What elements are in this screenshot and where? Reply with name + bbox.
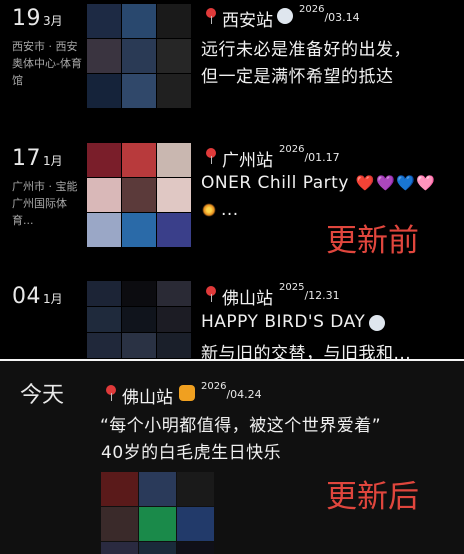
entry-year: 2026 [299,4,325,15]
entry-monthday: /01.17 [304,151,340,164]
photo-thumbnail[interactable] [87,39,121,73]
entry-text-line: 远行未必是准备好的出发， [201,40,411,60]
photo-thumbnail[interactable] [87,307,121,332]
photo-thumbnail[interactable] [157,333,191,358]
entry-text: ONER Chill Party [201,173,349,193]
photo-grid[interactable] [87,4,191,108]
photo-thumbnail[interactable] [101,542,138,554]
entry-monthday: /03.14 [324,11,360,24]
photo-thumbnail[interactable] [139,507,176,541]
entry-day: 04 [12,284,41,309]
entry-monthday: /12.31 [304,289,340,302]
station-name: 佛山站 [222,289,273,309]
entry-year: 2025 [279,282,305,293]
entry-day: 17 [12,146,41,171]
photo-thumbnail[interactable] [157,39,191,73]
entry-location: 西安市 · 西安奥体中心-体育馆 [12,40,82,87]
photo-thumbnail[interactable] [122,39,156,73]
photo-thumbnail[interactable] [157,74,191,108]
entry-text-line: 但一定是满怀希望的抵达 [201,67,394,87]
photo-thumbnail[interactable] [177,542,214,554]
entry-date: 17 1月 [12,146,63,171]
bird-icon [369,315,386,331]
photo-thumbnail[interactable] [122,4,156,38]
photo-thumbnail[interactable] [122,333,156,358]
entry-month: 1月 [43,154,63,168]
entry-text-line: ONER Chill Party ❤️💜💙🩷 [201,173,436,193]
photo-thumbnail[interactable] [122,281,156,306]
entry-title-row: 佛山站 2026 /04.24 [104,381,262,408]
photo-thumbnail[interactable] [101,472,138,506]
photo-thumbnail[interactable] [122,213,156,247]
photo-thumbnail[interactable] [157,281,191,306]
photo-thumbnail[interactable] [122,143,156,177]
photo-thumbnail[interactable] [177,507,214,541]
bird-icon [277,8,293,24]
entry-date: 04 1月 [12,284,63,309]
today-label: 今天 [20,383,65,408]
entry-month: 1月 [43,292,63,306]
location-pin-icon [204,147,218,165]
location-pin-icon [204,285,218,303]
photo-thumbnail[interactable] [87,4,121,38]
photo-thumbnail[interactable] [87,333,121,358]
location-pin-icon [104,384,118,402]
entry-month: 3月 [43,14,63,28]
party-popper-icon [201,202,217,218]
red-heart-icon: ❤️ [355,174,375,192]
photo-thumbnail[interactable] [139,542,176,554]
photo-thumbnail[interactable] [122,307,156,332]
purple-heart-icon: 💜 [376,174,396,192]
blue-heart-icon: 💙 [396,174,416,192]
entry-text: ... [221,200,239,220]
photo-grid[interactable] [87,281,191,358]
location-pin-icon [204,7,218,25]
entry-text-line: HAPPY BIRD'S DAY [201,312,386,332]
annotation-before: 更新前 [326,223,419,259]
photo-thumbnail[interactable] [157,4,191,38]
photo-thumbnail[interactable] [87,281,121,306]
annotation-after: 更新后 [326,479,419,515]
station-name: 广州站 [222,151,273,171]
entry-title-row: 西安站 2026 /03.14 [204,4,360,31]
photo-thumbnail[interactable] [157,307,191,332]
photo-thumbnail[interactable] [87,74,121,108]
entry-text-line: “每个小明都值得，被这个世界爱着” [100,416,382,436]
entry-day: 19 [12,6,41,31]
entry-title-row: 广州站 2026 /01.17 [204,144,340,171]
entry-date: 19 3月 [12,6,63,31]
tiger-icon [179,385,195,401]
today-section[interactable]: 今天 佛山站 2026 /04.24 “每个小明都值得，被这个世界爱着” 40岁… [0,361,464,554]
entry-year: 2026 [201,381,227,392]
photo-grid[interactable] [101,472,214,554]
photo-thumbnail[interactable] [87,178,121,212]
photo-thumbnail[interactable] [177,472,214,506]
entry-monthday: /04.24 [226,388,262,401]
photo-thumbnail[interactable] [122,178,156,212]
photo-thumbnail[interactable] [157,143,191,177]
station-name: 佛山站 [122,388,173,408]
photo-thumbnail[interactable] [87,143,121,177]
photo-thumbnail[interactable] [87,213,121,247]
photo-grid[interactable] [87,143,191,247]
station-name: 西安站 [222,11,273,31]
photo-thumbnail[interactable] [157,178,191,212]
entry-text-line: ... [201,200,239,220]
entry-year: 2026 [279,144,305,155]
photo-thumbnail[interactable] [122,74,156,108]
entry-text: HAPPY BIRD'S DAY [201,312,366,332]
entry-text-line: 40岁的白毛虎生日快乐 [101,443,282,463]
photo-thumbnail[interactable] [101,507,138,541]
pink-heart-icon: 🩷 [416,174,436,192]
photo-thumbnail[interactable] [157,213,191,247]
photo-thumbnail[interactable] [139,472,176,506]
entry-title-row: 佛山站 2025 /12.31 [204,282,340,309]
entry-location: 广州市 · 宝能广州国际体育... [12,180,78,227]
